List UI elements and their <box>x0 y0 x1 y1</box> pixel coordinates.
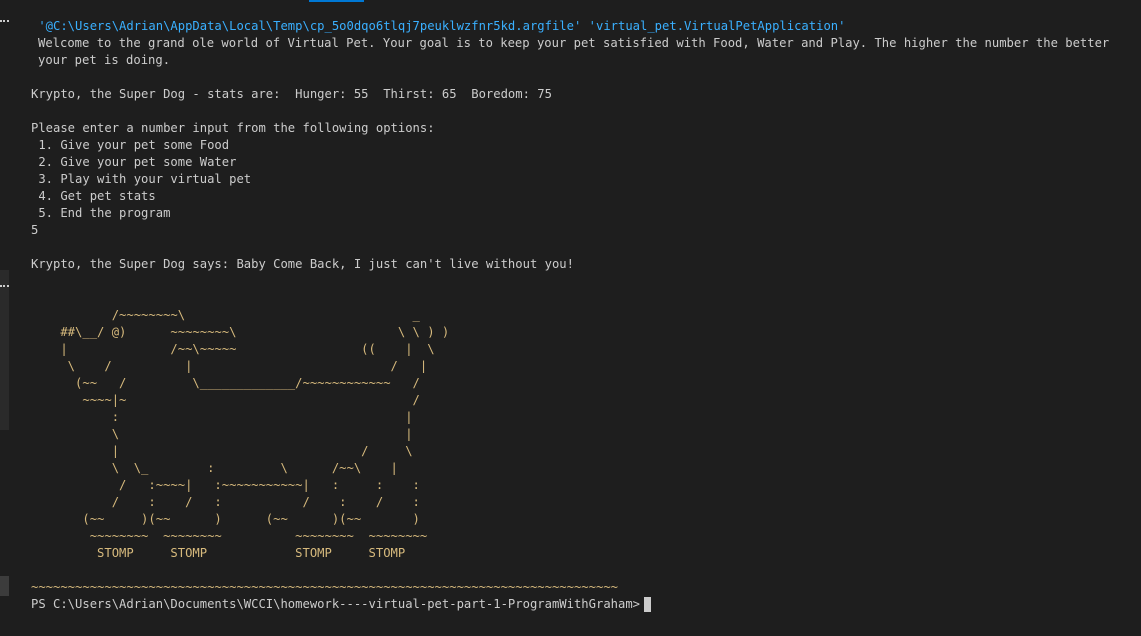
command-line: '@C:\Users\Adrian\AppData\Local\Temp\cp_… <box>31 19 846 33</box>
terminal-output: '@C:\Users\Adrian\AppData\Local\Temp\cp_… <box>31 18 1131 613</box>
stats-line: Krypto, the Super Dog - stats are: Hunge… <box>31 87 552 101</box>
shell-prompt: PS C:\Users\Adrian\Documents\WCCI\homewo… <box>31 597 641 611</box>
option-item: 3. Play with your virtual pet <box>31 172 252 186</box>
options-prompt: Please enter a number input from the fol… <box>31 121 435 135</box>
user-input: 5 <box>31 223 39 237</box>
editor-gutter <box>0 0 9 636</box>
dog-ascii-art: /~~~~~~~~\ _ ##\__/ @) ~~~~~~~~\ \ \ ) )… <box>60 308 450 560</box>
gutter-band <box>0 270 9 430</box>
intro-text: Welcome to the grand ole world of Virtua… <box>38 36 1110 67</box>
option-item: 2. Give your pet some Water <box>31 155 237 169</box>
option-item: 4. Get pet stats <box>31 189 156 203</box>
gutter-marker <box>0 576 9 596</box>
option-item: 5. End the program <box>31 206 171 220</box>
text-cursor <box>644 597 652 612</box>
separator-line: ~~~~~~~~~~~~~~~~~~~~~~~~~~~~~~~~~~~~~~~~… <box>31 580 618 594</box>
pet-message: Krypto, the Super Dog says: Baby Come Ba… <box>31 257 574 271</box>
overflow-dots-icon <box>0 285 9 289</box>
terminal-panel[interactable]: '@C:\Users\Adrian\AppData\Local\Temp\cp_… <box>0 0 1141 636</box>
active-tab-indicator <box>309 0 364 2</box>
overflow-dots-icon <box>0 20 9 24</box>
shell-prompt-row[interactable]: PS C:\Users\Adrian\Documents\WCCI\homewo… <box>31 596 1131 613</box>
option-item: 1. Give your pet some Food <box>31 138 230 152</box>
